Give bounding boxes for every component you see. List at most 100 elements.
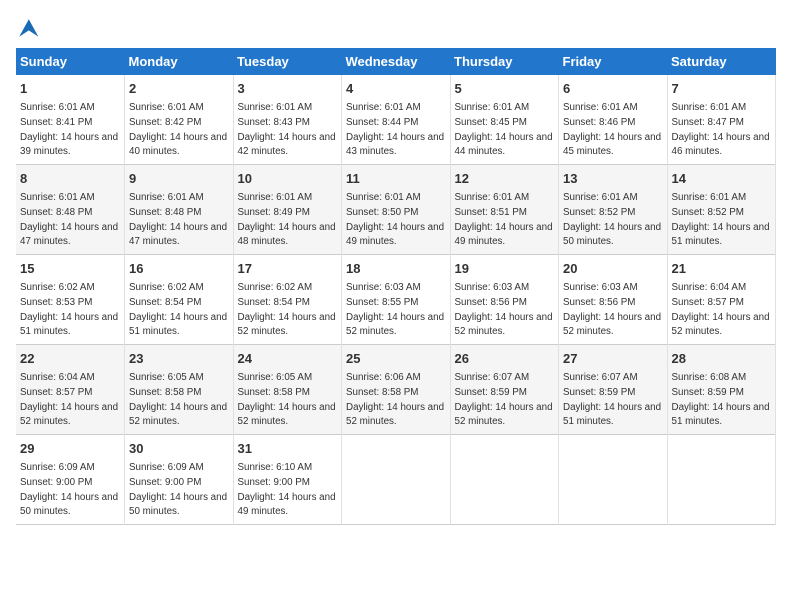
logo (16, 16, 44, 40)
calendar-day-cell: 9 Sunrise: 6:01 AMSunset: 8:48 PMDayligh… (125, 165, 234, 255)
day-number: 13 (563, 170, 663, 188)
calendar-day-cell: 18 Sunrise: 6:03 AMSunset: 8:55 PMDaylig… (342, 255, 451, 345)
sunrise-info: Sunrise: 6:02 AMSunset: 8:54 PMDaylight:… (129, 282, 227, 337)
day-of-week-header: Wednesday (342, 48, 451, 75)
sunrise-info: Sunrise: 6:03 AMSunset: 8:56 PMDaylight:… (455, 282, 553, 337)
sunrise-info: Sunrise: 6:04 AMSunset: 8:57 PMDaylight:… (20, 372, 118, 427)
sunrise-info: Sunrise: 6:01 AMSunset: 8:43 PMDaylight:… (238, 102, 336, 157)
sunrise-info: Sunrise: 6:04 AMSunset: 8:57 PMDaylight:… (672, 282, 770, 337)
calendar-day-cell: 14 Sunrise: 6:01 AMSunset: 8:52 PMDaylig… (667, 165, 776, 255)
calendar-day-cell: 16 Sunrise: 6:02 AMSunset: 8:54 PMDaylig… (125, 255, 234, 345)
calendar-header-row: SundayMondayTuesdayWednesdayThursdayFrid… (16, 48, 776, 75)
calendar-day-cell: 17 Sunrise: 6:02 AMSunset: 8:54 PMDaylig… (233, 255, 342, 345)
day-of-week-header: Sunday (16, 48, 125, 75)
sunrise-info: Sunrise: 6:05 AMSunset: 8:58 PMDaylight:… (129, 372, 227, 427)
sunrise-info: Sunrise: 6:02 AMSunset: 8:54 PMDaylight:… (238, 282, 336, 337)
day-number: 20 (563, 260, 663, 278)
day-number: 15 (20, 260, 120, 278)
sunrise-info: Sunrise: 6:01 AMSunset: 8:47 PMDaylight:… (672, 102, 770, 157)
sunrise-info: Sunrise: 6:01 AMSunset: 8:42 PMDaylight:… (129, 102, 227, 157)
calendar-week-row: 29 Sunrise: 6:09 AMSunset: 9:00 PMDaylig… (16, 435, 776, 525)
calendar-day-cell: 4 Sunrise: 6:01 AMSunset: 8:44 PMDayligh… (342, 75, 451, 165)
sunrise-info: Sunrise: 6:05 AMSunset: 8:58 PMDaylight:… (238, 372, 336, 427)
day-number: 19 (455, 260, 555, 278)
calendar-day-cell: 12 Sunrise: 6:01 AMSunset: 8:51 PMDaylig… (450, 165, 559, 255)
calendar-day-cell: 30 Sunrise: 6:09 AMSunset: 9:00 PMDaylig… (125, 435, 234, 525)
day-number: 22 (20, 350, 120, 368)
calendar-day-cell: 29 Sunrise: 6:09 AMSunset: 9:00 PMDaylig… (16, 435, 125, 525)
day-number: 26 (455, 350, 555, 368)
day-number: 5 (455, 80, 555, 98)
day-number: 8 (20, 170, 120, 188)
sunrise-info: Sunrise: 6:02 AMSunset: 8:53 PMDaylight:… (20, 282, 118, 337)
day-number: 18 (346, 260, 446, 278)
calendar-day-cell: 19 Sunrise: 6:03 AMSunset: 8:56 PMDaylig… (450, 255, 559, 345)
sunrise-info: Sunrise: 6:01 AMSunset: 8:50 PMDaylight:… (346, 192, 444, 247)
logo-icon (16, 16, 40, 40)
sunrise-info: Sunrise: 6:07 AMSunset: 8:59 PMDaylight:… (563, 372, 661, 427)
day-number: 1 (20, 80, 120, 98)
calendar-day-cell (667, 435, 776, 525)
calendar-day-cell: 23 Sunrise: 6:05 AMSunset: 8:58 PMDaylig… (125, 345, 234, 435)
day-number: 23 (129, 350, 229, 368)
day-of-week-header: Monday (125, 48, 234, 75)
calendar-day-cell: 6 Sunrise: 6:01 AMSunset: 8:46 PMDayligh… (559, 75, 668, 165)
calendar-week-row: 15 Sunrise: 6:02 AMSunset: 8:53 PMDaylig… (16, 255, 776, 345)
sunrise-info: Sunrise: 6:09 AMSunset: 9:00 PMDaylight:… (129, 462, 227, 517)
day-number: 27 (563, 350, 663, 368)
day-number: 21 (672, 260, 772, 278)
calendar-day-cell: 11 Sunrise: 6:01 AMSunset: 8:50 PMDaylig… (342, 165, 451, 255)
calendar-day-cell: 2 Sunrise: 6:01 AMSunset: 8:42 PMDayligh… (125, 75, 234, 165)
day-number: 17 (238, 260, 338, 278)
day-of-week-header: Friday (559, 48, 668, 75)
day-number: 29 (20, 440, 120, 458)
day-number: 30 (129, 440, 229, 458)
day-number: 2 (129, 80, 229, 98)
calendar-day-cell: 28 Sunrise: 6:08 AMSunset: 8:59 PMDaylig… (667, 345, 776, 435)
sunrise-info: Sunrise: 6:03 AMSunset: 8:55 PMDaylight:… (346, 282, 444, 337)
calendar-day-cell: 20 Sunrise: 6:03 AMSunset: 8:56 PMDaylig… (559, 255, 668, 345)
calendar-day-cell: 8 Sunrise: 6:01 AMSunset: 8:48 PMDayligh… (16, 165, 125, 255)
sunrise-info: Sunrise: 6:01 AMSunset: 8:51 PMDaylight:… (455, 192, 553, 247)
day-number: 12 (455, 170, 555, 188)
calendar-day-cell: 25 Sunrise: 6:06 AMSunset: 8:58 PMDaylig… (342, 345, 451, 435)
sunrise-info: Sunrise: 6:09 AMSunset: 9:00 PMDaylight:… (20, 462, 118, 517)
sunrise-info: Sunrise: 6:01 AMSunset: 8:48 PMDaylight:… (129, 192, 227, 247)
calendar-day-cell: 10 Sunrise: 6:01 AMSunset: 8:49 PMDaylig… (233, 165, 342, 255)
page-header (16, 16, 776, 40)
calendar-day-cell: 22 Sunrise: 6:04 AMSunset: 8:57 PMDaylig… (16, 345, 125, 435)
day-number: 28 (672, 350, 772, 368)
calendar-week-row: 1 Sunrise: 6:01 AMSunset: 8:41 PMDayligh… (16, 75, 776, 165)
day-of-week-header: Thursday (450, 48, 559, 75)
sunrise-info: Sunrise: 6:01 AMSunset: 8:49 PMDaylight:… (238, 192, 336, 247)
calendar-day-cell (559, 435, 668, 525)
sunrise-info: Sunrise: 6:01 AMSunset: 8:45 PMDaylight:… (455, 102, 553, 157)
day-number: 9 (129, 170, 229, 188)
day-number: 25 (346, 350, 446, 368)
calendar-day-cell (342, 435, 451, 525)
sunrise-info: Sunrise: 6:01 AMSunset: 8:41 PMDaylight:… (20, 102, 118, 157)
calendar-day-cell: 27 Sunrise: 6:07 AMSunset: 8:59 PMDaylig… (559, 345, 668, 435)
day-number: 14 (672, 170, 772, 188)
calendar-day-cell: 1 Sunrise: 6:01 AMSunset: 8:41 PMDayligh… (16, 75, 125, 165)
day-number: 4 (346, 80, 446, 98)
day-number: 16 (129, 260, 229, 278)
sunrise-info: Sunrise: 6:08 AMSunset: 8:59 PMDaylight:… (672, 372, 770, 427)
calendar-week-row: 22 Sunrise: 6:04 AMSunset: 8:57 PMDaylig… (16, 345, 776, 435)
sunrise-info: Sunrise: 6:01 AMSunset: 8:44 PMDaylight:… (346, 102, 444, 157)
sunrise-info: Sunrise: 6:01 AMSunset: 8:52 PMDaylight:… (672, 192, 770, 247)
day-number: 10 (238, 170, 338, 188)
day-number: 3 (238, 80, 338, 98)
calendar-day-cell: 21 Sunrise: 6:04 AMSunset: 8:57 PMDaylig… (667, 255, 776, 345)
day-number: 7 (672, 80, 772, 98)
sunrise-info: Sunrise: 6:06 AMSunset: 8:58 PMDaylight:… (346, 372, 444, 427)
calendar-day-cell: 7 Sunrise: 6:01 AMSunset: 8:47 PMDayligh… (667, 75, 776, 165)
day-of-week-header: Tuesday (233, 48, 342, 75)
sunrise-info: Sunrise: 6:07 AMSunset: 8:59 PMDaylight:… (455, 372, 553, 427)
day-number: 24 (238, 350, 338, 368)
day-number: 6 (563, 80, 663, 98)
day-of-week-header: Saturday (667, 48, 776, 75)
calendar-day-cell: 13 Sunrise: 6:01 AMSunset: 8:52 PMDaylig… (559, 165, 668, 255)
sunrise-info: Sunrise: 6:01 AMSunset: 8:52 PMDaylight:… (563, 192, 661, 247)
calendar-day-cell: 5 Sunrise: 6:01 AMSunset: 8:45 PMDayligh… (450, 75, 559, 165)
